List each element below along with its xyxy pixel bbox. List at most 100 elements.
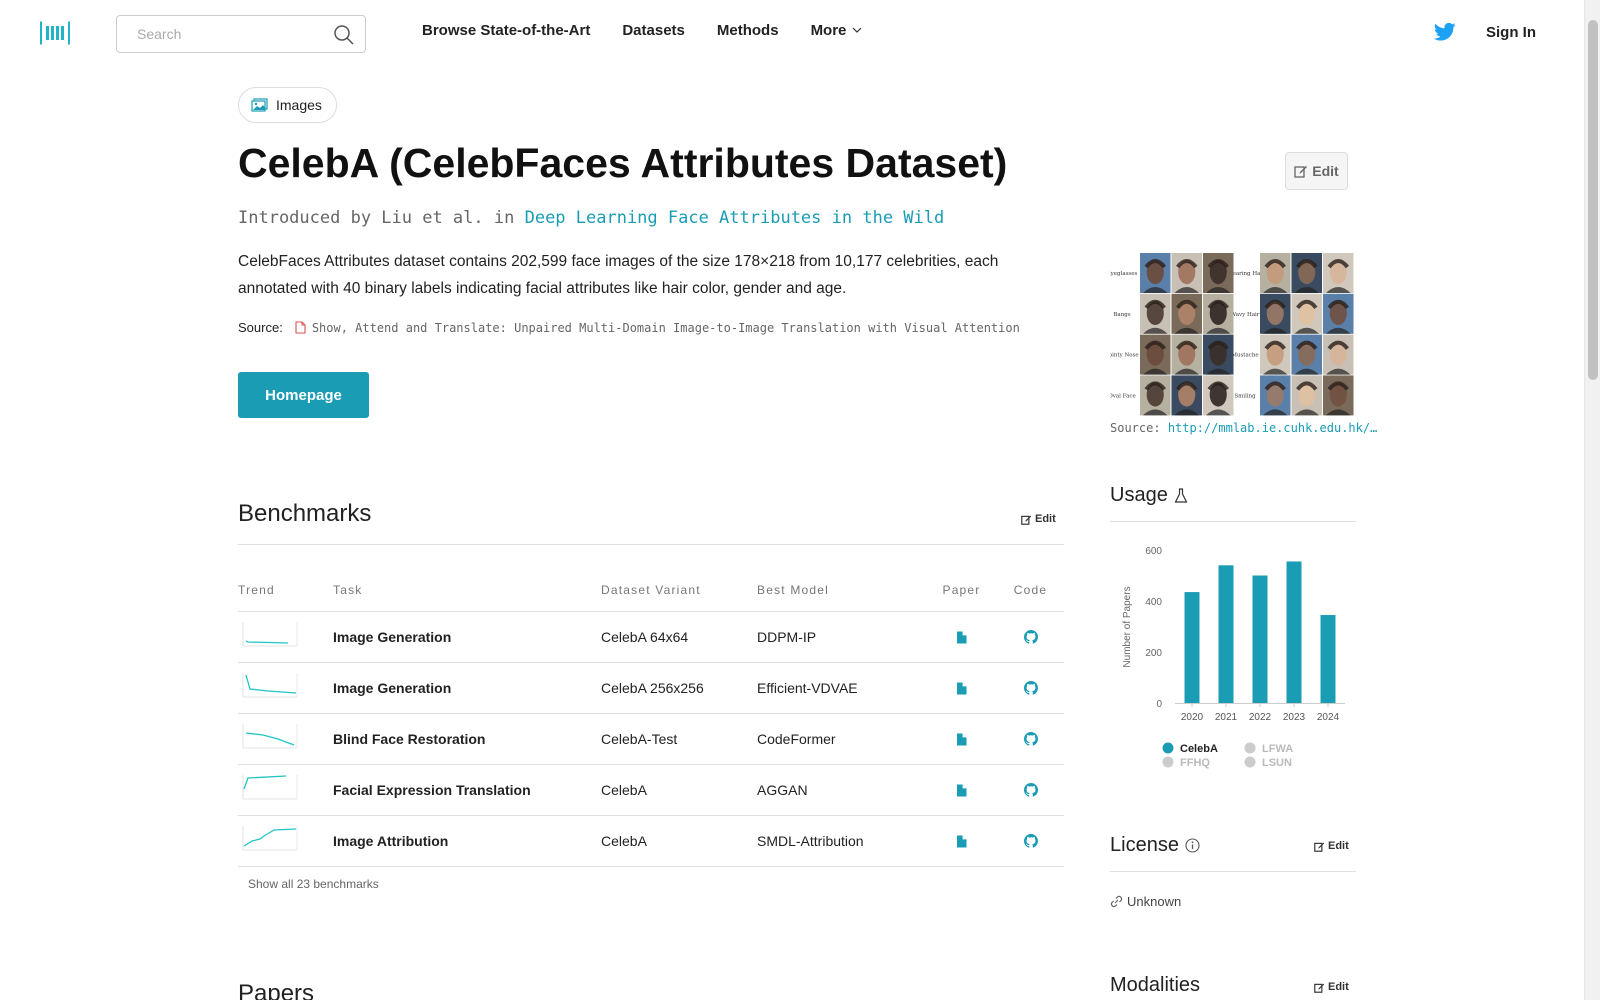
nav-link-browse-sota[interactable]: Browse State-of-the-Art: [422, 22, 590, 39]
info-icon[interactable]: [1185, 838, 1200, 853]
edit-label: Edit: [1035, 513, 1056, 525]
table-row[interactable]: Image Generation CelebA 256x256 Efficient-…: [238, 663, 1064, 714]
trend-sparkline[interactable]: [238, 723, 298, 753]
x-tick-label: 2023: [1283, 712, 1306, 723]
task-cell[interactable]: Image Generation: [333, 680, 601, 696]
y-tick-label: 0: [1156, 699, 1162, 710]
github-icon[interactable]: [1023, 834, 1038, 848]
trend-cell[interactable]: [238, 825, 333, 858]
page-scrollbar[interactable]: [1584, 0, 1600, 1000]
benchmarks-title: Benchmarks: [238, 500, 372, 527]
svg-text:LFWA: LFWA: [1262, 743, 1293, 755]
page-title: CelebA (CelebFaces Attributes Dataset): [238, 140, 1008, 186]
svg-text:LSUN: LSUN: [1262, 757, 1292, 769]
paperswithcode-logo-icon[interactable]: [40, 20, 70, 46]
nav-link-more[interactable]: More: [811, 22, 863, 39]
task-cell[interactable]: Image Attribution: [333, 833, 601, 849]
legend-item-lsun[interactable]: LSUN: [1244, 756, 1293, 770]
trend-sparkline[interactable]: [238, 774, 298, 804]
paper-icon[interactable]: [956, 733, 967, 746]
best-model-cell[interactable]: AGGAN: [757, 782, 926, 798]
edit-icon: [1294, 166, 1308, 178]
bar-2022[interactable]: [1252, 575, 1268, 704]
task-cell[interactable]: Facial Expression Translation: [333, 782, 601, 798]
table-row[interactable]: Facial Expression Translation CelebA AGGAN: [238, 765, 1064, 816]
search-box[interactable]: [116, 15, 366, 53]
task-cell[interactable]: Image Generation: [333, 629, 601, 645]
legend-item-lfwa[interactable]: LFWA: [1244, 742, 1294, 756]
edit-dataset-button[interactable]: Edit: [1285, 152, 1348, 190]
paper-icon[interactable]: [956, 784, 967, 797]
search-icon[interactable]: [333, 24, 355, 46]
trend-cell[interactable]: [238, 774, 333, 807]
search-input[interactable]: [117, 16, 317, 52]
edit-benchmarks-button[interactable]: Edit: [1021, 513, 1056, 525]
edit-license-button[interactable]: Edit: [1314, 840, 1349, 852]
bar-2021[interactable]: [1218, 565, 1234, 703]
usage-title: Usage: [1110, 484, 1188, 507]
trend-sparkline[interactable]: [238, 672, 298, 702]
show-all-benchmarks-link[interactable]: Show all 23 benchmarks: [248, 877, 379, 891]
trend-cell[interactable]: [238, 621, 333, 654]
sign-in-link[interactable]: Sign In: [1486, 24, 1536, 41]
variant-cell: CelebA-Test: [601, 731, 678, 747]
trend-cell[interactable]: [238, 723, 333, 756]
table-row[interactable]: Image Attribution CelebA SMDL-Attribution: [238, 816, 1064, 867]
edit-icon: [1314, 983, 1325, 993]
best-model-cell[interactable]: Efficient-VDVAE: [757, 680, 926, 696]
paper-cell: [926, 733, 997, 746]
image-source: Source: http://mmlab.ie.cuhk.edu.hk/…: [1110, 421, 1377, 435]
best-model-cell[interactable]: DDPM-IP: [757, 629, 926, 645]
x-tick-label: 2020: [1181, 712, 1204, 723]
edit-modalities-button[interactable]: Edit: [1314, 981, 1349, 993]
image-source-link[interactable]: http://mmlab.ie.cuhk.edu.hk/…: [1168, 421, 1378, 435]
trend-cell[interactable]: [238, 672, 333, 705]
scrollbar-thumb[interactable]: [1588, 20, 1598, 380]
header-model: Best Model: [757, 582, 830, 597]
svg-text:CelebA: CelebA: [1180, 743, 1218, 755]
edit-label: Edit: [1312, 163, 1339, 179]
table-row[interactable]: Image Generation CelebA 64x64 DDPM-IP: [238, 612, 1064, 663]
trend-sparkline[interactable]: [238, 825, 298, 855]
nav-link-methods[interactable]: Methods: [717, 22, 779, 39]
github-icon[interactable]: [1023, 732, 1038, 746]
source-label: Source:: [238, 320, 283, 335]
paper-icon[interactable]: [956, 631, 967, 644]
best-model-cell[interactable]: SMDL-Attribution: [757, 833, 926, 849]
paper-icon[interactable]: [956, 682, 967, 695]
twitter-icon[interactable]: [1434, 22, 1456, 42]
paper-icon[interactable]: [956, 835, 967, 848]
intro-paper-link[interactable]: Deep Learning Face Attributes in the Wil…: [525, 208, 945, 228]
table-row[interactable]: Blind Face Restoration CelebA-Test CodeFor…: [238, 714, 1064, 765]
github-icon[interactable]: [1023, 681, 1038, 695]
trend-sparkline[interactable]: [238, 621, 298, 651]
best-model-cell[interactable]: CodeFormer: [757, 731, 926, 747]
modality-chip-images[interactable]: Images: [238, 87, 337, 123]
description-source: Source: Show, Attend and Translate: Unpa…: [238, 320, 1020, 335]
svg-text:FFHQ: FFHQ: [1180, 757, 1210, 769]
variant-cell: CelebA 64x64: [601, 629, 689, 645]
legend-item-ffhq[interactable]: FFHQ: [1162, 756, 1211, 770]
chevron-down-icon: [852, 27, 862, 33]
code-cell: [997, 681, 1064, 695]
nav-link-datasets[interactable]: Datasets: [622, 22, 685, 39]
paper-cell: [926, 835, 997, 848]
header-variant: Dataset Variant: [601, 582, 701, 597]
dataset-sample-image: EyeglassesWearing HatBangsWavy HairPoint…: [1110, 253, 1354, 416]
task-cell[interactable]: Blind Face Restoration: [333, 731, 601, 747]
dataset-description: CelebFaces Attributes dataset contains 2…: [238, 253, 999, 297]
license-value-text[interactable]: Unknown: [1127, 894, 1181, 909]
bar-2023[interactable]: [1286, 561, 1302, 703]
bar-2020[interactable]: [1184, 592, 1200, 703]
intro-prefix: Introduced by Liu et al. in: [238, 208, 515, 228]
source-paper-link[interactable]: Show, Attend and Translate: Unpaired Mul…: [312, 321, 1020, 335]
code-cell: [997, 783, 1064, 797]
bar-2024[interactable]: [1320, 615, 1336, 703]
github-icon[interactable]: [1023, 630, 1038, 644]
legend-item-celeba[interactable]: CelebA: [1162, 742, 1218, 756]
image-source-label: Source:: [1110, 421, 1161, 435]
homepage-button[interactable]: Homepage: [238, 372, 369, 418]
code-cell: [997, 630, 1064, 644]
github-icon[interactable]: [1023, 783, 1038, 797]
introduced-by: Introduced by Liu et al. in Deep Learnin…: [238, 208, 944, 228]
